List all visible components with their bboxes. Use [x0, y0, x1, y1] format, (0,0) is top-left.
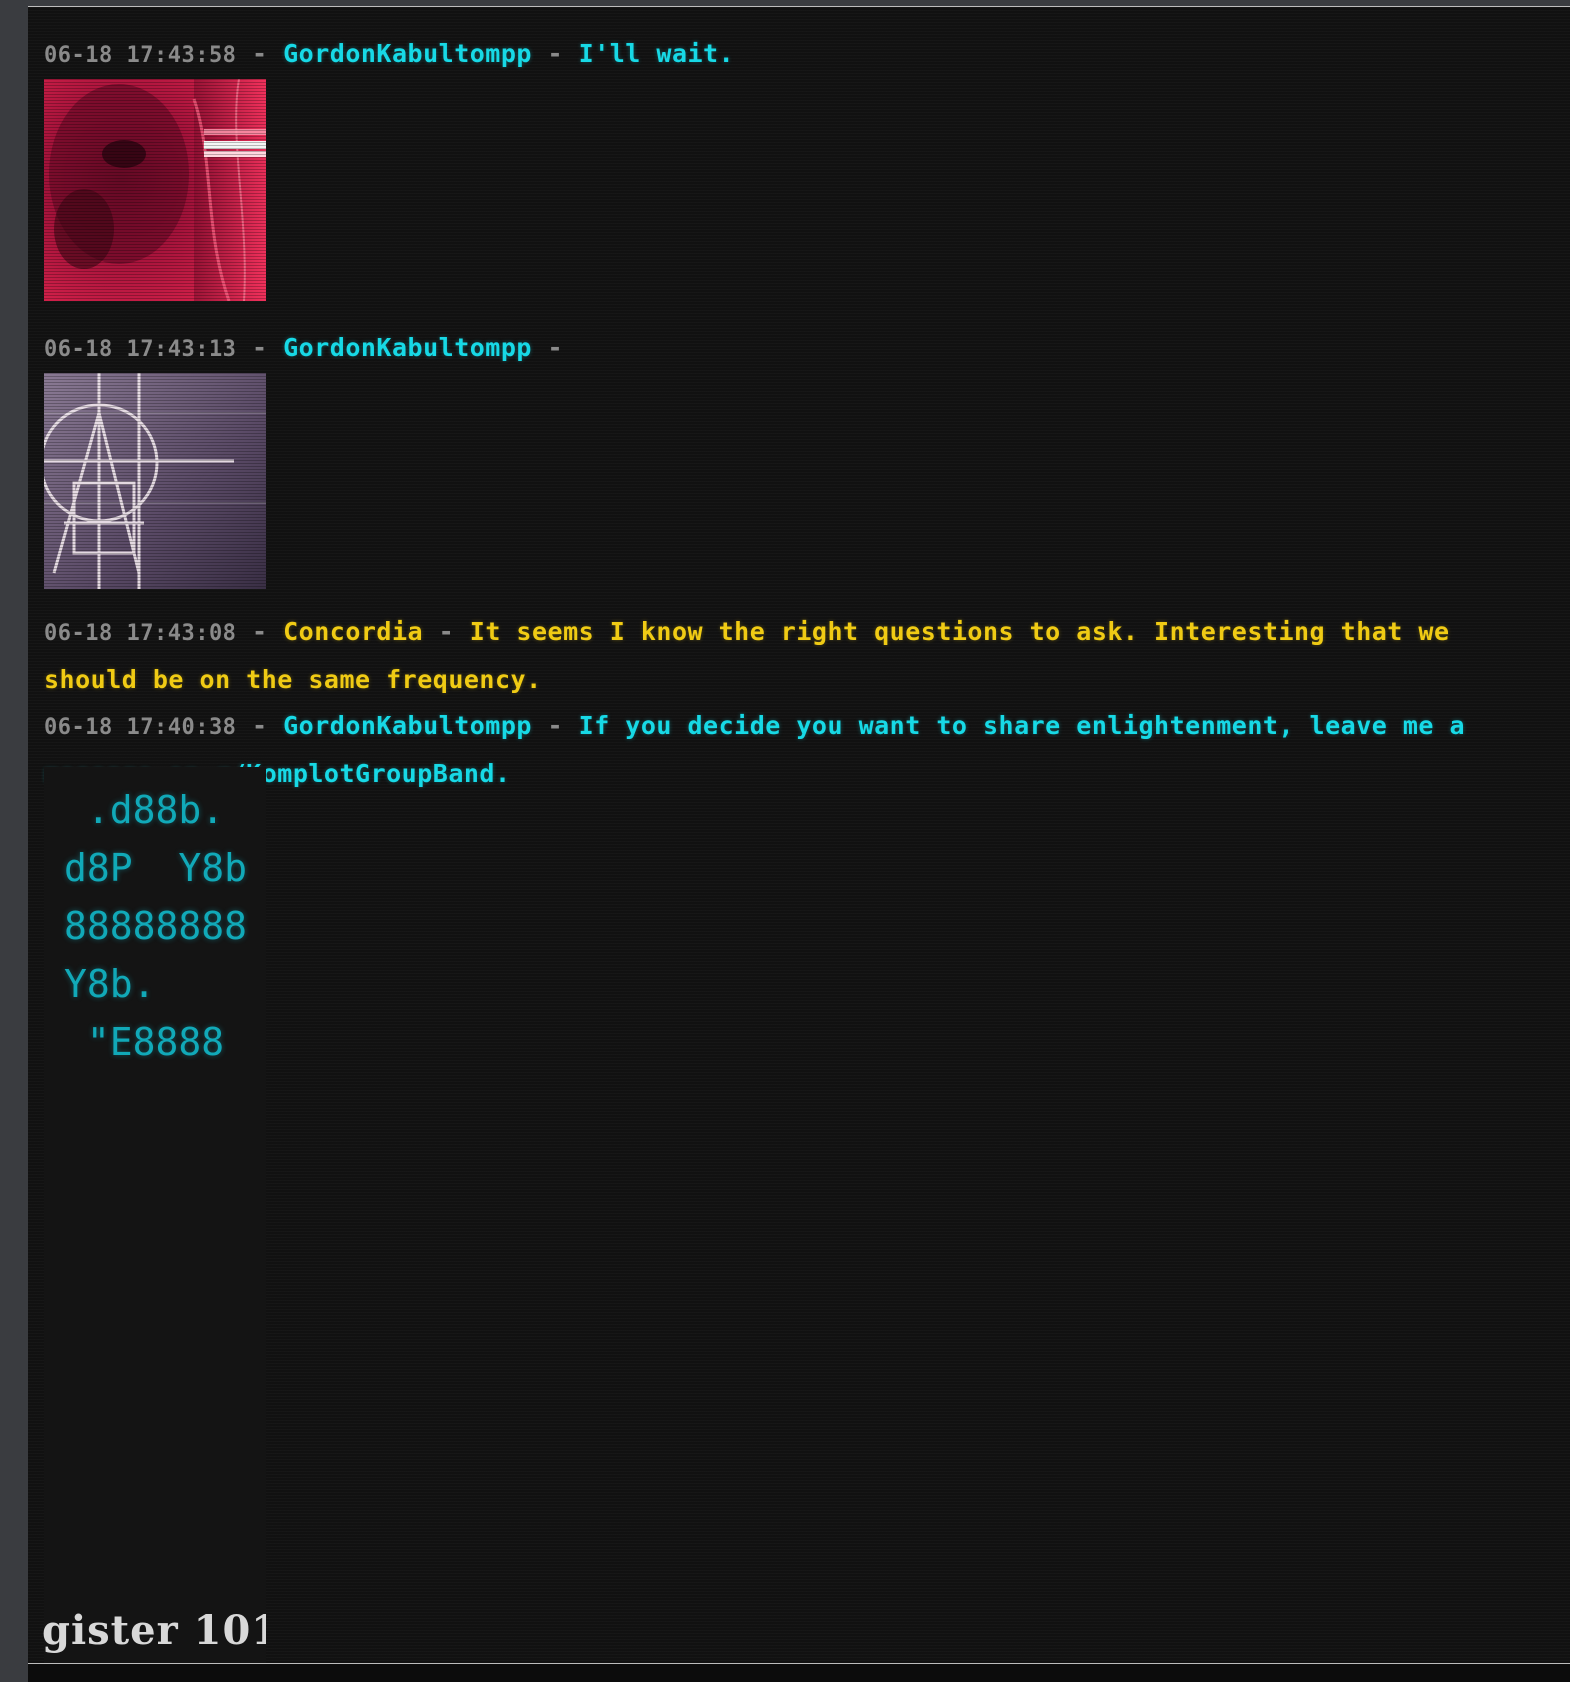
purple-geometric-symbol-graphic — [44, 373, 266, 589]
ascii-line: 88888888 — [64, 904, 248, 948]
message-timestamp: 06-18 17:40:38 — [44, 715, 237, 740]
message-author[interactable]: GordonKabultompp — [283, 39, 532, 68]
message-timestamp: 06-18 17:43:08 — [44, 621, 237, 646]
separator: - — [438, 617, 455, 646]
ascii-art-panel: .d88b. d8P Y8b 88888888 Y8b. "E8888 — [44, 767, 266, 1664]
message-entry: 06-18 17:43:58 - GordonKabultompp - I'll… — [44, 31, 1544, 79]
purple-geometric-symbol-image[interactable] — [44, 373, 266, 589]
separator: - — [252, 617, 268, 646]
terminal-window: 06-18 17:43:58 - GordonKabultompp - I'll… — [28, 6, 1570, 1664]
message-timestamp: 06-18 17:43:13 — [44, 337, 237, 362]
message-entry: 06-18 17:40:38 - GordonKabultompp - If y… — [44, 703, 1544, 797]
ascii-line: .d88b. — [64, 788, 225, 832]
page: 06-18 17:43:58 - GordonKabultompp - I'll… — [0, 0, 1570, 1682]
red-glitch-portrait-image[interactable] — [44, 79, 266, 301]
message-timestamp: 06-18 17:43:58 — [44, 43, 237, 68]
message-entry: 06-18 17:43:13 - GordonKabultompp - — [44, 325, 1544, 373]
ascii-art: .d88b. d8P Y8b 88888888 Y8b. "E8888 — [64, 781, 247, 1071]
register-link-text[interactable]: gister 101 — [42, 1607, 266, 1654]
message-author[interactable]: GordonKabultompp — [283, 711, 532, 740]
message-log: 06-18 17:43:58 - GordonKabultompp - I'll… — [44, 31, 1544, 797]
message-entry: 06-18 17:43:08 - Concordia - It seems I … — [44, 609, 1544, 703]
separator: - — [547, 39, 564, 68]
ascii-line: Y8b. — [64, 962, 156, 1006]
message-author[interactable]: GordonKabultompp — [283, 333, 532, 362]
ascii-line: d8P Y8b — [64, 846, 248, 890]
red-glitch-portrait-graphic — [44, 79, 266, 301]
message-text: I'll wait. — [578, 39, 735, 68]
message-author[interactable]: Concordia — [283, 617, 423, 646]
separator: - — [252, 333, 268, 362]
bottom-bar — [28, 1663, 1570, 1682]
separator: - — [252, 39, 268, 68]
separator: - — [252, 711, 268, 740]
separator: - — [547, 333, 564, 362]
separator: - — [547, 711, 564, 740]
ascii-line: "E8888 — [64, 1020, 225, 1064]
